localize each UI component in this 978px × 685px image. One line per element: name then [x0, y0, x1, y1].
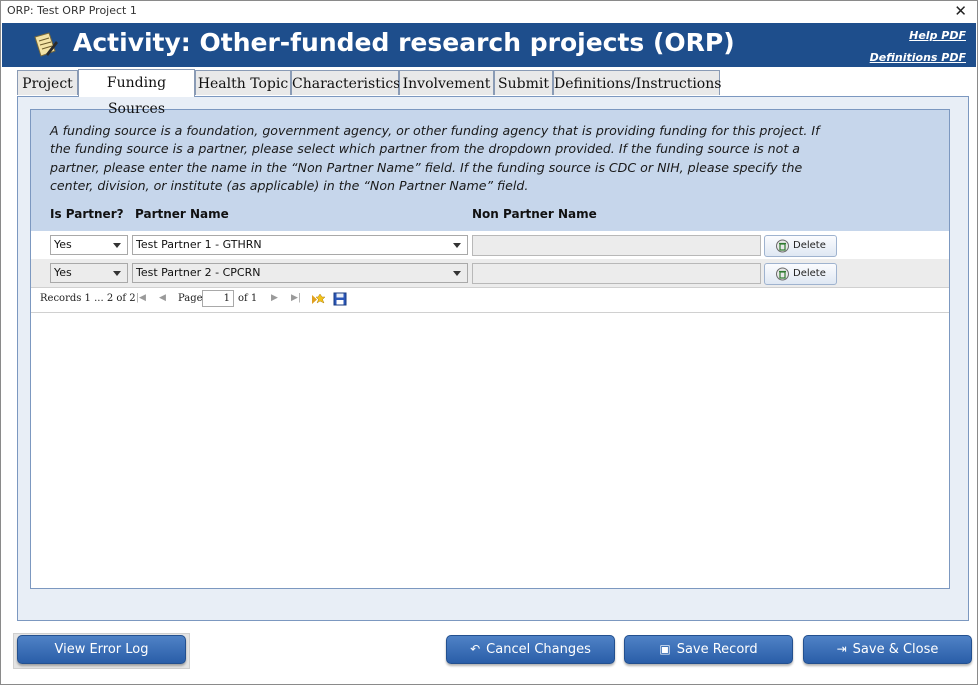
table-row: Yes Test Partner 2 - CPCRN Delete [31, 259, 949, 287]
table-row: Yes Test Partner 1 - GTHRN Delete [31, 231, 949, 259]
next-page-icon[interactable]: ▶ [271, 293, 278, 303]
undo-icon: ↶ [470, 642, 481, 656]
partner-name-value: Test Partner 2 - CPCRN [136, 266, 261, 279]
tab-characteristics[interactable]: Characteristics [291, 70, 400, 95]
page-title: Activity: Other-funded research projects… [73, 28, 735, 57]
chevron-down-icon [453, 271, 461, 276]
tab-project[interactable]: Project [17, 70, 78, 95]
is-partner-select[interactable]: Yes [50, 235, 128, 255]
funding-grid: A funding source is a foundation, govern… [30, 109, 950, 589]
save-record-label: Save Record [676, 642, 758, 657]
tab-submit[interactable]: Submit [494, 70, 553, 95]
is-partner-select[interactable]: Yes [50, 263, 128, 283]
delete-label: Delete [793, 268, 826, 279]
last-page-icon[interactable]: ▶| [291, 293, 301, 303]
non-partner-name-input[interactable] [472, 263, 761, 284]
chevron-down-icon [113, 271, 121, 276]
header-links: Help PDF Definitions PDF [870, 25, 966, 69]
column-header-is-partner: Is Partner? [50, 207, 124, 221]
page-of-label: of 1 [238, 293, 258, 304]
page-number-input[interactable]: 1 [202, 290, 234, 307]
window-titlebar: ORP: Test ORP Project 1 ✕ [1, 1, 977, 22]
close-icon[interactable]: ✕ [954, 2, 967, 20]
funding-sources-panel: A funding source is a foundation, govern… [17, 96, 969, 621]
chevron-down-icon [113, 243, 121, 248]
notepad-icon [34, 32, 58, 57]
partner-name-value: Test Partner 1 - GTHRN [136, 238, 262, 251]
tab-health-topic[interactable]: Health Topic [195, 70, 291, 95]
help-pdf-link[interactable]: Help PDF [870, 25, 966, 47]
save-close-label: Save & Close [852, 642, 939, 657]
funding-description: A funding source is a foundation, govern… [50, 123, 820, 194]
records-count: Records 1 ... 2 of 2 [40, 293, 136, 304]
delete-label: Delete [793, 240, 826, 251]
save-close-button[interactable]: ⇥ Save & Close [803, 635, 972, 664]
page-header: Activity: Other-funded research projects… [2, 23, 976, 67]
save-disk-icon[interactable] [333, 292, 347, 306]
view-error-log-button[interactable]: View Error Log [17, 635, 186, 664]
grid-header: A funding source is a foundation, govern… [31, 110, 949, 231]
partner-name-select[interactable]: Test Partner 1 - GTHRN [132, 235, 468, 255]
trash-icon [776, 239, 789, 253]
previous-page-icon[interactable]: ◀ [159, 293, 166, 303]
view-error-log-label: View Error Log [54, 642, 149, 657]
page-label: Page [178, 293, 203, 304]
tab-funding-sources[interactable]: Funding Sources [78, 69, 195, 117]
cancel-changes-label: Cancel Changes [486, 642, 591, 657]
chevron-down-icon [453, 243, 461, 248]
definitions-pdf-link[interactable]: Definitions PDF [870, 47, 966, 69]
non-partner-name-input[interactable] [472, 235, 761, 256]
delete-row-button[interactable]: Delete [764, 235, 837, 257]
app-window: ORP: Test ORP Project 1 ✕ Activity: Othe… [0, 0, 978, 685]
tab-involvement[interactable]: Involvement [399, 70, 494, 95]
add-new-record-icon[interactable] [311, 293, 326, 306]
is-partner-value: Yes [54, 266, 72, 279]
trash-icon [776, 267, 789, 281]
pager-bar: Records 1 ... 2 of 2 |◀ ◀ Page 1 of 1 ▶ … [31, 287, 949, 313]
cancel-changes-button[interactable]: ↶ Cancel Changes [446, 635, 615, 664]
exit-door-icon: ⇥ [836, 642, 847, 656]
floppy-disk-icon: ▣ [659, 642, 671, 656]
save-record-button[interactable]: ▣ Save Record [624, 635, 793, 664]
column-header-non-partner-name: Non Partner Name [472, 207, 597, 221]
column-header-partner-name: Partner Name [135, 207, 229, 221]
partner-name-select[interactable]: Test Partner 2 - CPCRN [132, 263, 468, 283]
window-title: ORP: Test ORP Project 1 [7, 4, 137, 17]
first-page-icon[interactable]: |◀ [136, 293, 146, 303]
delete-row-button[interactable]: Delete [764, 263, 837, 285]
tab-definitions-instructions[interactable]: Definitions/Instructions [553, 70, 721, 95]
is-partner-value: Yes [54, 238, 72, 251]
